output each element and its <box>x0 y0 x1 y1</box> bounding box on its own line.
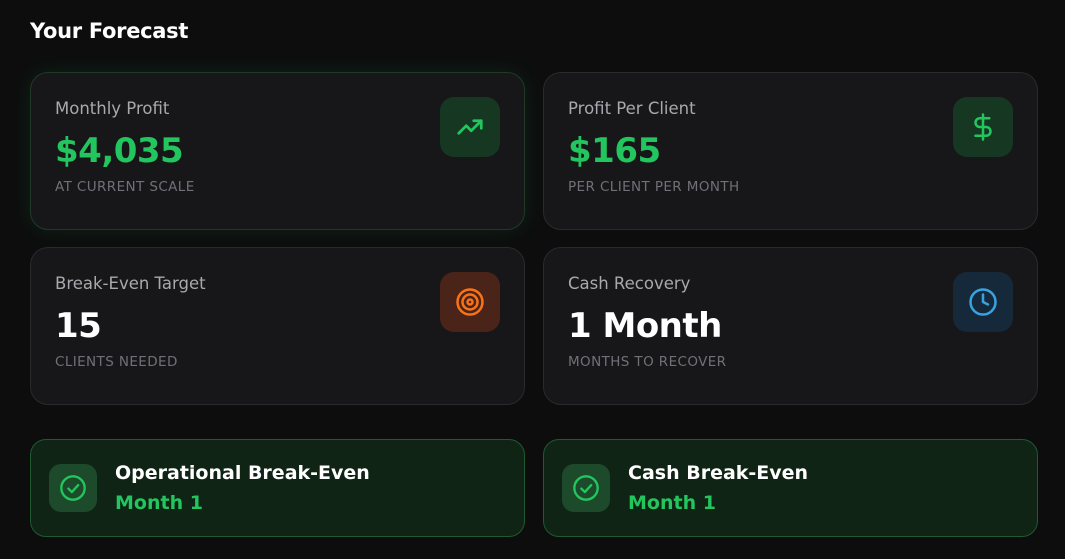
card-subtitle: PER CLIENT PER MONTH <box>568 179 740 195</box>
forecast-page: Your Forecast Monthly Profit $4,035 AT C… <box>0 0 1065 559</box>
card-subtitle: CLIENTS NEEDED <box>55 354 178 370</box>
page-title: Your Forecast <box>30 19 189 43</box>
banner-title: Operational Break-Even <box>115 462 370 484</box>
operational-break-even-banner: Operational Break-Even Month 1 <box>30 439 525 537</box>
target-icon <box>440 272 500 332</box>
banner-title: Cash Break-Even <box>628 462 809 484</box>
card-value: $4,035 <box>55 131 184 171</box>
banner-value: Month 1 <box>115 492 203 514</box>
card-subtitle: AT CURRENT SCALE <box>55 179 195 195</box>
cash-recovery-card: Cash Recovery 1 Month MONTHS TO RECOVER <box>543 247 1038 405</box>
card-label: Break-Even Target <box>55 274 206 293</box>
card-value: 15 <box>55 306 102 346</box>
trending-up-icon <box>440 97 500 157</box>
break-even-target-card: Break-Even Target 15 CLIENTS NEEDED <box>30 247 525 405</box>
card-value: 1 Month <box>568 306 722 346</box>
clock-icon <box>953 272 1013 332</box>
card-label: Cash Recovery <box>568 274 691 293</box>
card-label: Profit Per Client <box>568 99 696 118</box>
card-value: $165 <box>568 131 661 171</box>
monthly-profit-card: Monthly Profit $4,035 AT CURRENT SCALE <box>30 72 525 230</box>
check-circle-icon <box>49 464 97 512</box>
cash-break-even-banner: Cash Break-Even Month 1 <box>543 439 1038 537</box>
check-circle-icon <box>562 464 610 512</box>
banner-value: Month 1 <box>628 492 716 514</box>
dollar-icon <box>953 97 1013 157</box>
card-label: Monthly Profit <box>55 99 170 118</box>
profit-per-client-card: Profit Per Client $165 PER CLIENT PER MO… <box>543 72 1038 230</box>
card-subtitle: MONTHS TO RECOVER <box>568 354 727 370</box>
